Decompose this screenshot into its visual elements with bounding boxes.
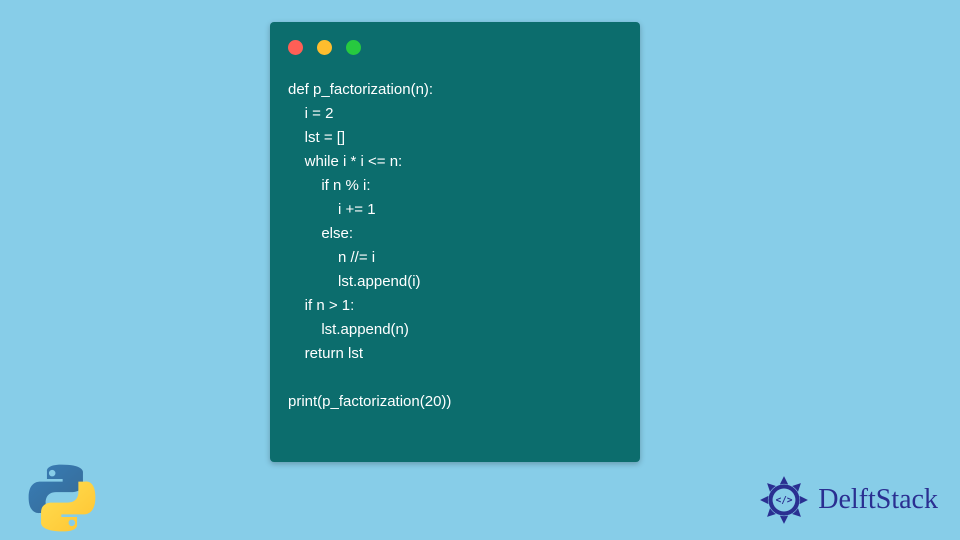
maximize-icon[interactable] xyxy=(346,40,361,55)
code-block: def p_factorization(n): i = 2 lst = [] w… xyxy=(288,78,630,414)
delftstack-icon: </> xyxy=(758,474,810,526)
canvas: def p_factorization(n): i = 2 lst = [] w… xyxy=(0,0,960,540)
delftstack-label: DelftStack xyxy=(818,484,938,516)
svg-text:</>: </> xyxy=(776,495,793,506)
python-icon xyxy=(26,462,98,534)
minimize-icon[interactable] xyxy=(317,40,332,55)
window-traffic-lights xyxy=(288,40,361,55)
code-window: def p_factorization(n): i = 2 lst = [] w… xyxy=(270,22,640,462)
delftstack-brand: </> DelftStack xyxy=(758,474,938,526)
close-icon[interactable] xyxy=(288,40,303,55)
